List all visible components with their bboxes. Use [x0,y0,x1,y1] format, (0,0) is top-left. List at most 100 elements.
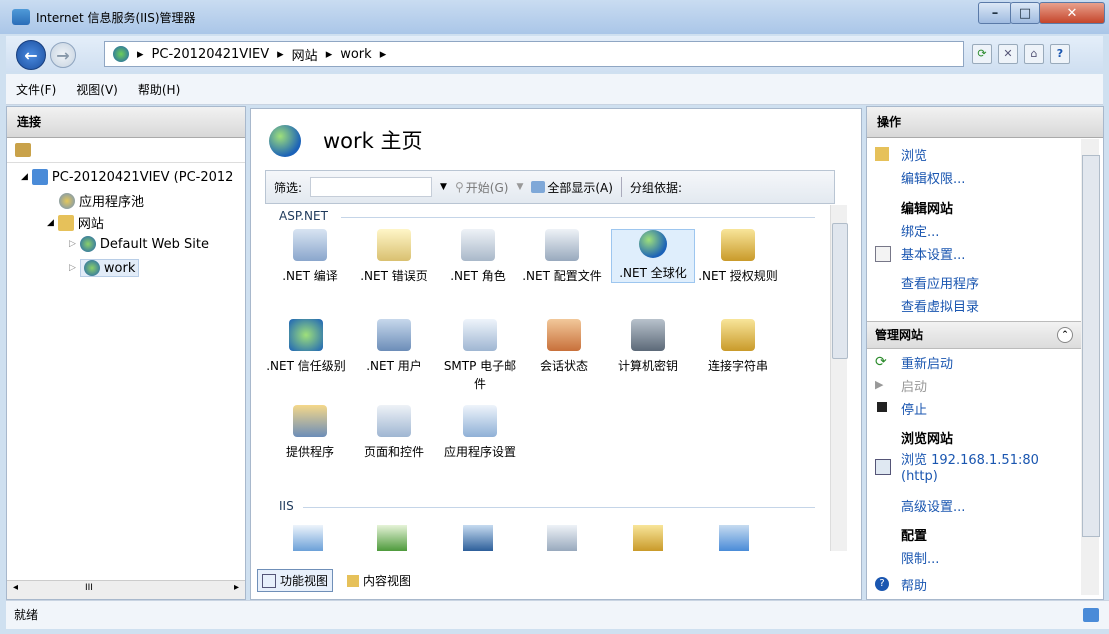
filter-input[interactable] [310,177,433,197]
filter-start-button[interactable]: 开始(G) [466,179,509,196]
iis-feature-icon[interactable] [547,525,577,551]
feature-label: .NET 错误页 [360,269,428,283]
menu-help[interactable]: 帮助(H) [128,81,190,98]
expand-icon[interactable]: ◢ [47,218,54,228]
stop-icon[interactable]: ✕ [998,44,1018,64]
collapse-icon[interactable]: ▷ [69,239,76,249]
feature-net-authorization[interactable]: .NET 授权规则 [697,229,779,285]
feature-net-trust-levels[interactable]: .NET 信任级别 [265,319,347,375]
tab-label: 内容视图 [363,574,412,588]
edit-site-heading: 编辑网站 [901,202,954,217]
help-icon: ? [875,577,889,591]
help-icon[interactable]: ? [1050,44,1070,64]
address-bar[interactable]: ▸ PC-20120421VIEV ▸ 网站 ▸ work ▸ [104,41,964,67]
compile-icon [293,229,327,261]
collapse-icon[interactable]: ▷ [69,263,76,273]
filter-bar: 筛选: ▼ ⚲ 开始(G) ▼ 全部显示(A) 分组依据: [265,170,835,204]
basic-settings-link[interactable]: 基本设置... [901,244,965,263]
feature-label: .NET 角色 [450,269,506,283]
feature-net-roles[interactable]: .NET 角色 [437,229,519,285]
scroll-thumb[interactable] [832,223,848,359]
forward-button[interactable]: → [50,42,76,68]
refresh-icon[interactable]: ⟳ [972,44,992,64]
view-applications-link[interactable]: 查看应用程序 [901,273,979,292]
config-heading: 配置 [901,529,928,544]
expand-icon[interactable]: ◢ [21,172,28,182]
breadcrumb-server[interactable]: PC-20120421VIEV [152,47,270,62]
breadcrumb-separator-icon: ▸ [137,46,144,62]
browse-site-heading: 浏览网站 [901,432,954,447]
iis-feature-icon[interactable] [633,525,663,551]
feature-session-state[interactable]: 会话状态 [523,319,605,375]
manage-site-header[interactable]: 管理网站 ⌃ [867,321,1083,349]
feature-label: .NET 配置文件 [522,269,602,283]
feature-net-compilation[interactable]: .NET 编译 [269,229,351,285]
limits-link[interactable]: 限制... [901,548,939,567]
group-by-label[interactable]: 分组依据: [630,179,682,196]
horizontal-scrollbar[interactable]: ◂ III ▸ [7,580,245,599]
tree-item-sites[interactable]: ◢ 网站 [47,213,104,232]
iis-feature-icon[interactable] [293,525,323,551]
feature-pages-controls[interactable]: 页面和控件 [353,405,435,461]
actions-scrollbar[interactable] [1081,139,1100,595]
tab-content-view[interactable]: 内容视图 [343,569,415,592]
nav-toolbar: ⟳ ✕ ⌂ ? [972,44,1070,64]
feature-machine-key[interactable]: 计算机密钥 [607,319,689,375]
iis-feature-icon[interactable] [463,525,493,551]
feature-connection-strings[interactable]: 连接字符串 [697,319,779,375]
tree-label: work [103,260,136,276]
feature-label: 会话状态 [539,359,588,373]
stop-link[interactable]: 停止 [901,399,927,418]
menu-view[interactable]: 视图(V) [66,81,128,98]
scroll-thumb-grip[interactable]: III [85,583,93,593]
new-connection-icon[interactable] [15,143,31,157]
help-link[interactable]: 帮助 [901,575,927,594]
show-all-button[interactable]: 全部显示(A) [547,179,613,196]
trust-level-icon [289,319,323,351]
dropdown-arrow-icon[interactable]: ▼ [516,182,523,192]
feature-app-settings[interactable]: 应用程序设置 [439,405,521,461]
tree-item-work[interactable]: ▷ work [69,259,140,277]
feature-net-profile[interactable]: .NET 配置文件 [521,229,603,285]
feature-net-globalization[interactable]: .NET 全球化 [611,229,695,283]
close-button[interactable]: ✕ [1039,2,1105,24]
breadcrumb-sites[interactable]: 网站 [292,45,318,64]
iis-feature-icon[interactable] [719,525,749,551]
view-virtual-dirs-link[interactable]: 查看虚拟目录 [901,296,979,315]
feature-label: 提供程序 [285,445,334,459]
breadcrumb-separator-icon: ▸ [379,46,387,62]
maximize-button[interactable]: □ [1010,2,1040,24]
iis-feature-icon[interactable] [377,525,407,551]
feature-providers[interactable]: 提供程序 [269,405,351,461]
globalization-icon [639,230,667,258]
tree-label: 网站 [77,217,104,232]
bindings-link[interactable]: 绑定... [901,221,939,240]
restart-link[interactable]: 重新启动 [901,353,953,372]
selected-node[interactable]: work [79,259,140,277]
browse-link[interactable]: 浏览 [901,145,927,164]
scroll-left-icon[interactable]: ◂ [13,582,18,593]
tree-item-default-site[interactable]: ▷ Default Web Site [69,236,209,252]
feature-net-users[interactable]: .NET 用户 [353,319,435,375]
tab-feature-view[interactable]: 功能视图 [257,569,334,592]
breadcrumb-work[interactable]: work [340,47,371,62]
minimize-button[interactable]: – [978,2,1012,24]
browse-address-link[interactable]: 浏览 192.168.1.51:80 [901,449,1039,468]
menu-file[interactable]: 文件(F) [6,81,66,98]
tree-label: 应用程序池 [79,195,145,210]
feature-net-error-pages[interactable]: .NET 错误页 [353,229,435,285]
dropdown-arrow-icon[interactable]: ▼ [440,182,447,192]
edit-permissions-link[interactable]: 编辑权限... [901,168,965,187]
back-button[interactable]: ← [16,40,46,70]
features-scrollbar[interactable] [830,205,848,551]
advanced-settings-link[interactable]: 高级设置... [901,496,965,515]
collapse-chevron-icon[interactable]: ⌃ [1057,327,1073,343]
home-icon[interactable]: ⌂ [1024,44,1044,64]
feature-smtp-email[interactable]: SMTP 电子邮件 [439,319,521,393]
scroll-thumb[interactable] [1082,155,1100,537]
tree-item-server[interactable]: ◢ PC-20120421VIEV (PC-2012 [21,169,233,185]
connections-pane: 连接 ◢ PC-20120421VIEV (PC-2012 应用程序池 ◢ 网站… [6,106,246,600]
scroll-right-icon[interactable]: ▸ [234,582,239,593]
tree-item-apppool[interactable]: 应用程序池 [59,191,144,210]
browse-protocol-link[interactable]: (http) [901,469,938,484]
